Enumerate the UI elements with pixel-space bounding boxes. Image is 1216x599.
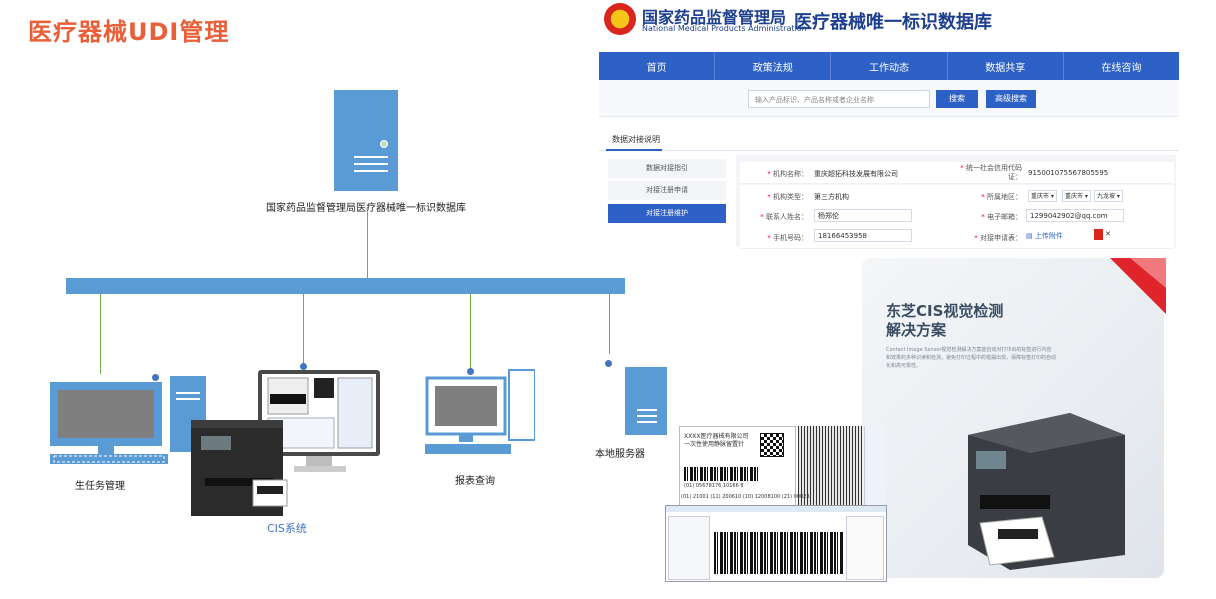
- network-bus: [66, 278, 625, 294]
- portal-nav: 首页 政策法规 工作动态 数据共享 在线咨询: [599, 52, 1179, 80]
- file-icon: ▤: [1026, 232, 1033, 240]
- org-type-label: * 机构类型：: [767, 193, 808, 201]
- tab-underline: [606, 149, 662, 151]
- workstation-icon: [50, 374, 206, 466]
- upload-link[interactable]: ▤ 上传附件: [1026, 231, 1063, 241]
- toshiba-printer-icon: [950, 405, 1125, 570]
- sidebar-item-guide[interactable]: 数据对接指引: [608, 159, 726, 178]
- email-field[interactable]: 1299042902@qq.com: [1026, 209, 1124, 222]
- drop-cis: [303, 294, 304, 364]
- scanned-barcode: [714, 532, 844, 574]
- org-name-en: National Medical Products Administration: [642, 24, 807, 33]
- national-emblem-icon: [604, 3, 636, 35]
- region-city-select[interactable]: 重庆市 ▾: [1062, 190, 1091, 202]
- nav-news[interactable]: 工作动态: [831, 52, 948, 80]
- region-district-select[interactable]: 九龙坡 ▾: [1094, 190, 1123, 202]
- org-type-value: 第三方机构: [814, 193, 849, 201]
- phone-label: * 手机号码：: [767, 234, 808, 242]
- label-code: (01) 05678176 10166 8: [684, 483, 744, 489]
- database-server-label: 国家药品监督管理局医疗器械唯一标识数据库: [266, 203, 466, 214]
- database-server-icon: [334, 90, 398, 191]
- page-title: 医疗器械UDI管理: [28, 18, 230, 46]
- org-name-value: 重庆超拓科技发展有限公司: [814, 170, 898, 178]
- report-label: 报表查询: [455, 476, 495, 487]
- inspection-software-window: [665, 505, 887, 582]
- brochure-title: 东芝CIS视觉检测 解决方案: [886, 302, 1004, 339]
- contact-field[interactable]: 杨郑伦: [814, 209, 912, 222]
- tab-strip: [599, 130, 1179, 151]
- search-input[interactable]: 输入产品标识、产品名称或者企业名称: [748, 90, 930, 108]
- sidebar-item-maintain[interactable]: 对接注册维护: [608, 204, 726, 223]
- cis-label: CIS系统: [267, 522, 307, 535]
- application-label: * 对接申请表：: [974, 234, 1022, 242]
- server-link: [367, 212, 368, 278]
- database-title: 医疗器械唯一标识数据库: [794, 12, 992, 33]
- pdf-icon[interactable]: [1094, 229, 1103, 240]
- credit-code-value: 915001075567805595: [1028, 169, 1109, 177]
- barcode: [684, 467, 758, 481]
- search-button[interactable]: 搜索: [936, 90, 978, 108]
- local-server-label: 本地服务器: [595, 449, 645, 460]
- label-code-full: (01) 21001 (11) 200610 (10) 12008100 (21…: [681, 494, 810, 500]
- nav-consult[interactable]: 在线咨询: [1064, 52, 1179, 80]
- drop-local-server: [609, 294, 610, 354]
- region-province-select[interactable]: 重庆市 ▾: [1028, 190, 1057, 202]
- port-local-server: [605, 360, 612, 367]
- delete-icon[interactable]: ✕: [1105, 230, 1111, 238]
- local-server-icon: [625, 367, 667, 435]
- tab-data-docking[interactable]: 数据对接说明: [612, 134, 660, 145]
- label-product: 一次性使用静脉留置针: [684, 441, 745, 448]
- nav-data-share[interactable]: 数据共享: [948, 52, 1064, 80]
- advanced-search-button[interactable]: 高级搜索: [986, 90, 1036, 108]
- region-label: * 所属地区：: [981, 193, 1022, 201]
- production-label: 生任务管理: [75, 481, 125, 492]
- label-printer-icon: [191, 420, 291, 520]
- email-label: * 电子邮箱：: [981, 213, 1022, 221]
- drop-production: [100, 294, 101, 374]
- sidebar-item-register[interactable]: 对接注册申请: [608, 181, 726, 200]
- red-corner-decoration: [1110, 258, 1166, 314]
- contact-label: * 联系人姓名：: [760, 213, 808, 221]
- report-workstation-icon: [425, 368, 536, 460]
- credit-code-label: * 统一社会信用代码证：: [960, 164, 1022, 181]
- phone-field[interactable]: 18166453958: [814, 229, 912, 242]
- brochure-description: Contact Image Sensor视觉检测解决方案能自动对打印出的标签进行…: [886, 347, 1057, 369]
- nav-home[interactable]: 首页: [599, 52, 716, 80]
- nav-policy[interactable]: 政策法规: [715, 52, 832, 80]
- org-name-label: * 机构名称：: [767, 170, 808, 178]
- port-cis: [300, 363, 307, 370]
- qr-code: [760, 433, 784, 457]
- drop-report: [470, 294, 471, 369]
